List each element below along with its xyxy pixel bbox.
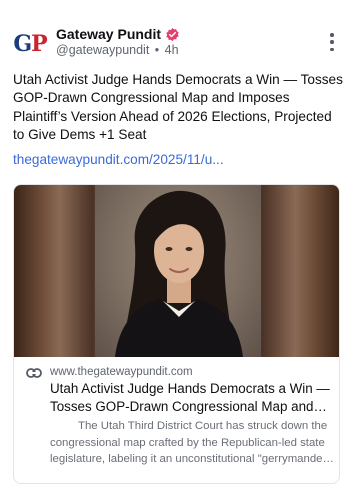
meta-separator: • xyxy=(154,43,160,57)
post: GP Gateway Pundit @gatewaypundit • 4h Ut… xyxy=(0,0,355,500)
post-link[interactable]: thegatewaypundit.com/2025/11/u... xyxy=(13,152,224,167)
post-time[interactable]: 4h xyxy=(165,43,179,57)
link-preview-card[interactable]: www.thegatewaypundit.com Utah Activist J… xyxy=(13,184,340,484)
author-meta: @gatewaypundit • 4h xyxy=(56,43,179,57)
card-title[interactable]: Utah Activist Judge Hands Democrats a Wi… xyxy=(50,380,334,415)
author-handle[interactable]: @gatewaypundit xyxy=(56,43,149,57)
author-name[interactable]: Gateway Pundit xyxy=(56,26,180,42)
article-image xyxy=(14,185,339,357)
gateway-pundit-logo: GP xyxy=(13,31,47,57)
card-domain: www.thegatewaypundit.com xyxy=(50,366,193,378)
more-options-button[interactable] xyxy=(324,33,340,51)
card-description: The Utah Third District Court has struck… xyxy=(50,420,331,465)
post-text: Utah Activist Judge Hands Democrats a Wi… xyxy=(13,72,343,142)
card-body: www.thegatewaypundit.com Utah Activist J… xyxy=(14,357,339,483)
author-name-text: Gateway Pundit xyxy=(56,26,162,42)
more-vertical-icon xyxy=(330,33,334,37)
verified-badge-icon xyxy=(166,27,179,41)
author-avatar[interactable]: GP xyxy=(13,28,47,60)
portrait-illustration xyxy=(115,190,243,357)
link-icon xyxy=(26,368,42,378)
